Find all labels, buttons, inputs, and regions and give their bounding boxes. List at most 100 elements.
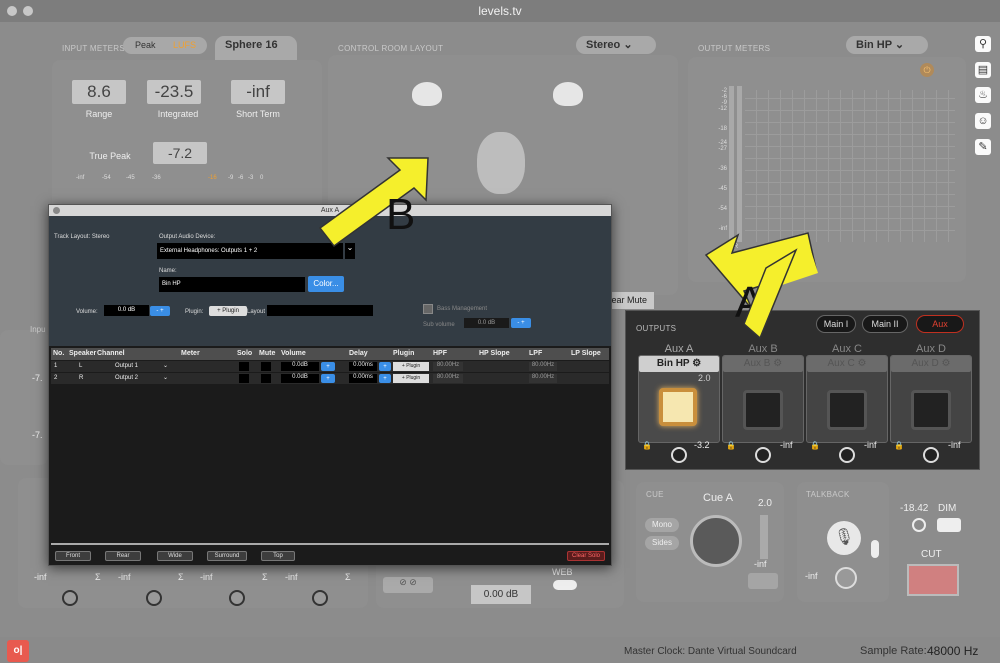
minimize-window-button[interactable] xyxy=(23,6,33,16)
table-row[interactable]: 2 R Output 2 ⌄ 0.0dB + 0.00ms + + Plugin… xyxy=(51,373,609,384)
row-lpf[interactable]: 80.00Hz xyxy=(529,374,557,383)
cut-button[interactable] xyxy=(907,564,959,596)
peak-lufs-toggle[interactable]: Peak LUFS xyxy=(123,37,207,54)
lufs-toggle[interactable]: LUFS xyxy=(173,40,196,50)
aux-knob[interactable] xyxy=(671,447,687,463)
chevron-down-icon[interactable]: ⌄ xyxy=(163,374,168,381)
rear-button[interactable]: Rear xyxy=(105,551,141,561)
table-row[interactable]: 1 L Output 1 ⌄ 0.0dB + 0.00ms + + Plugin… xyxy=(51,361,609,372)
main-2-button[interactable]: Main II xyxy=(862,315,908,333)
dim-knob[interactable] xyxy=(912,518,926,532)
aux-output-select[interactable]: Bin HP ⚙ xyxy=(639,356,719,372)
dialog-close-button[interactable] xyxy=(53,207,60,214)
gear-icon[interactable]: ⚙ xyxy=(692,358,701,369)
row-plugin-button[interactable]: + Plugin xyxy=(393,362,429,371)
brush-icon[interactable]: ✎ xyxy=(975,139,991,155)
mute-toggle[interactable] xyxy=(261,362,271,371)
row-hpf[interactable]: 80.00Hz xyxy=(433,374,463,383)
cue-volume-knob[interactable] xyxy=(690,515,742,567)
layout-input[interactable] xyxy=(267,305,373,316)
strip-value: -inf xyxy=(34,572,47,582)
solo-toggle[interactable] xyxy=(239,374,249,383)
mute-toggle[interactable] xyxy=(261,374,271,383)
left-speaker-icon[interactable] xyxy=(412,82,442,106)
aux-a-active-button[interactable] xyxy=(659,388,697,426)
output-device-select[interactable]: Bin HP ⌄ xyxy=(846,36,928,54)
true-peak-label: True Peak xyxy=(89,151,131,161)
aux-output-select[interactable]: Aux B ⚙ xyxy=(723,356,803,372)
fire-icon[interactable]: ♨ xyxy=(975,87,991,103)
volume-stepper[interactable]: + xyxy=(321,374,335,383)
peak-toggle[interactable]: Peak xyxy=(135,40,156,50)
sub-volume-input[interactable]: 0.0 dB xyxy=(464,318,509,328)
aux-output-select[interactable]: Aux C ⚙ xyxy=(807,356,887,372)
name-input[interactable]: Bin HP xyxy=(159,277,305,292)
lock-icon[interactable]: 🔒 xyxy=(894,441,904,450)
row-delay[interactable]: 0.00ms xyxy=(349,362,377,371)
solo-toggle[interactable] xyxy=(239,362,249,371)
clear-solo-button[interactable]: Clear Solo xyxy=(567,551,605,561)
cue-mute-button[interactable] xyxy=(748,573,778,589)
row-hpf[interactable]: 80.00Hz xyxy=(433,362,463,371)
front-button[interactable]: Front xyxy=(55,551,91,561)
strip-knob[interactable] xyxy=(146,590,162,606)
talkback-knob[interactable] xyxy=(835,567,857,589)
aux-knob[interactable] xyxy=(755,447,771,463)
gear-icon[interactable]: ⚙ xyxy=(773,358,782,369)
outputs-label: OUTPUTS xyxy=(636,324,677,333)
aux-button[interactable]: Aux xyxy=(916,315,964,333)
talkback-toggle[interactable] xyxy=(871,540,879,558)
top-button[interactable]: Top xyxy=(261,551,295,561)
pin-icon[interactable]: ⚲ xyxy=(975,36,991,52)
row-delay[interactable]: 0.00ms xyxy=(349,374,377,383)
lock-icon[interactable]: 🔒 xyxy=(726,441,736,450)
row-plugin-button[interactable]: + Plugin xyxy=(393,374,429,383)
volume-input[interactable]: 0.0 dB xyxy=(104,305,149,316)
microphone-icon[interactable]: 🎙 xyxy=(827,521,861,555)
link-toggle-icons[interactable]: ⊘ ⊘ xyxy=(383,577,433,593)
aux-knob[interactable] xyxy=(923,447,939,463)
sides-button[interactable]: Sides xyxy=(645,536,679,550)
sub-volume-stepper[interactable]: - + xyxy=(511,318,531,328)
gear-icon[interactable]: ⚙ xyxy=(942,358,951,369)
gear-icon[interactable]: ⚙ xyxy=(858,358,867,369)
lock-icon[interactable]: 🔒 xyxy=(810,441,820,450)
row-channel[interactable]: Output 2 xyxy=(115,375,138,381)
close-window-button[interactable] xyxy=(7,6,17,16)
strip-knob[interactable] xyxy=(312,590,328,606)
wide-button[interactable]: Wide xyxy=(157,551,193,561)
delay-stepper[interactable]: + xyxy=(379,374,391,383)
aux-output-select[interactable]: Aux D ⚙ xyxy=(891,356,971,372)
power-icon[interactable]: ⏻ xyxy=(920,63,934,77)
aux-knob[interactable] xyxy=(839,447,855,463)
strip-knob[interactable] xyxy=(62,590,78,606)
row-lpf[interactable]: 80.00Hz xyxy=(529,362,557,371)
aux-d-button[interactable] xyxy=(911,390,951,430)
color-button[interactable]: Color... xyxy=(308,276,344,292)
right-speaker-icon[interactable] xyxy=(553,82,583,106)
aux-c-button[interactable] xyxy=(827,390,867,430)
chevron-down-icon[interactable]: ⌄ xyxy=(163,362,168,369)
scale-tick: -27 xyxy=(718,146,727,152)
add-plugin-button[interactable]: + Plugin xyxy=(209,306,247,316)
strip-knob[interactable] xyxy=(229,590,245,606)
volume-stepper[interactable]: + xyxy=(321,362,335,371)
dim-button[interactable] xyxy=(937,518,961,532)
sample-rate-label: Sample Rate: xyxy=(860,645,927,657)
row-volume[interactable]: 0.0dB xyxy=(281,374,319,383)
web-toggle[interactable] xyxy=(553,580,577,590)
row-volume[interactable]: 0.0dB xyxy=(281,362,319,371)
delay-stepper[interactable]: + xyxy=(379,362,391,371)
row-channel[interactable]: Output 1 xyxy=(115,363,138,369)
aux-b-button[interactable] xyxy=(743,390,783,430)
lock-icon[interactable]: 🔒 xyxy=(642,441,652,450)
main-1-button[interactable]: Main I xyxy=(816,315,856,333)
mono-button[interactable]: Mono xyxy=(645,518,679,532)
surround-button[interactable]: Surround xyxy=(207,551,247,561)
partial-value-bottom: -7. xyxy=(32,430,43,440)
layout-icon[interactable]: ▤ xyxy=(975,62,991,78)
bass-management-checkbox[interactable] xyxy=(423,304,433,314)
face-icon[interactable]: ☺ xyxy=(975,113,991,129)
layout-select[interactable]: Stereo ⌄ xyxy=(576,36,656,54)
volume-stepper[interactable]: - + xyxy=(150,306,170,316)
